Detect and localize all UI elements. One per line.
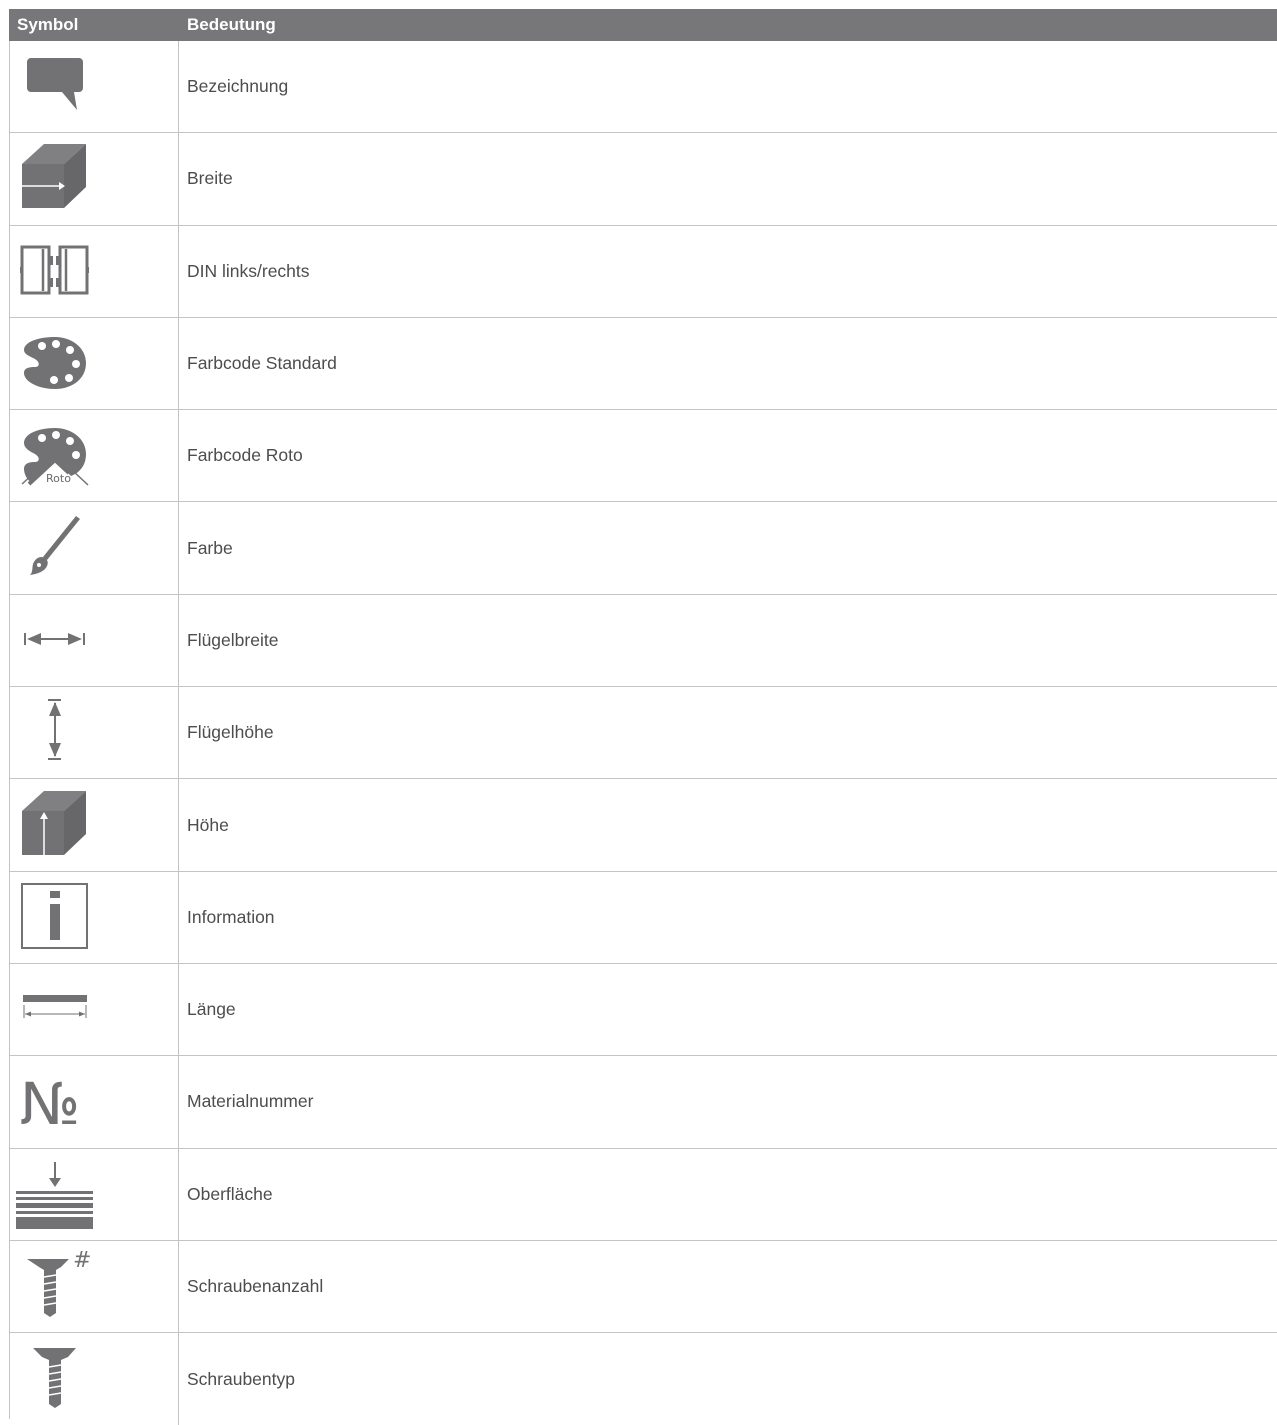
row-label: Länge	[187, 999, 236, 1020]
length-icon	[23, 994, 87, 1018]
row-label: Information	[187, 906, 275, 927]
row-label: Farbcode Roto	[187, 445, 303, 466]
row-label: Schraubentyp	[187, 1368, 295, 1389]
cube-width-icon	[22, 144, 86, 209]
row-label: Schraubenanzahl	[187, 1276, 324, 1296]
row-label: Materialnummer	[187, 1091, 314, 1112]
table-row: Oberfläche	[9, 1148, 1277, 1241]
surface-icon	[16, 1161, 93, 1229]
vertical-arrows-icon	[48, 699, 61, 761]
table-row: Farbe	[9, 502, 1277, 595]
horizontal-arrows-icon	[24, 632, 85, 645]
table-row: Bezeichnung	[9, 41, 1277, 134]
table-row: Flügelbreite	[9, 594, 1277, 688]
screw-type-icon	[33, 1348, 76, 1409]
row-label: Höhe	[187, 814, 229, 835]
cube-height-icon	[22, 791, 86, 856]
row-label: Breite	[187, 168, 233, 189]
row-label: Farbe	[187, 537, 233, 558]
din-left-right-icon	[20, 245, 89, 295]
table-row: Höhe	[9, 779, 1277, 872]
table-row: № Materialnummer	[9, 1056, 1277, 1149]
table-row: Flügelhöhe	[9, 687, 1277, 780]
table-row: Information	[9, 871, 1277, 964]
screw-count-icon: #	[27, 1248, 91, 1317]
paintbrush-icon	[30, 516, 80, 576]
table-row: DIN links/rechts	[9, 225, 1277, 318]
hash-glyph: #	[73, 1248, 91, 1273]
table-row: Roto Farbcode Roto	[9, 410, 1277, 503]
info-icon	[21, 882, 88, 949]
roto-text: Roto	[46, 472, 71, 485]
table-row: Länge	[9, 963, 1277, 1057]
speech-bubble-icon	[27, 58, 83, 110]
header-symbol: Symbol	[17, 15, 79, 34]
table-row: Farbcode Standard	[9, 317, 1277, 411]
table-row: Schraubentyp	[9, 1333, 1277, 1425]
table-row: Breite	[9, 133, 1277, 226]
numero-icon: №	[20, 1070, 80, 1138]
palette-roto-icon: Roto	[21, 428, 89, 486]
table-header: Symbol Bedeutung	[9, 9, 1277, 41]
row-label: Flügelbreite	[187, 629, 279, 650]
palette-icon	[24, 336, 86, 389]
row-label: DIN links/rechts	[187, 260, 310, 281]
numero-glyph: №	[20, 1070, 80, 1138]
header-meaning: Bedeutung	[187, 15, 276, 34]
row-label: Flügelhöhe	[187, 722, 274, 743]
row-label: Bezeichnung	[187, 76, 289, 97]
row-label: Farbcode Standard	[187, 353, 337, 374]
table-row: # Schraubenanzahl	[9, 1240, 1277, 1334]
row-label: Oberfläche	[187, 1183, 273, 1204]
symbol-table: Symbol Bedeutung Bezeichnung Breite DIN …	[9, 9, 1277, 1425]
